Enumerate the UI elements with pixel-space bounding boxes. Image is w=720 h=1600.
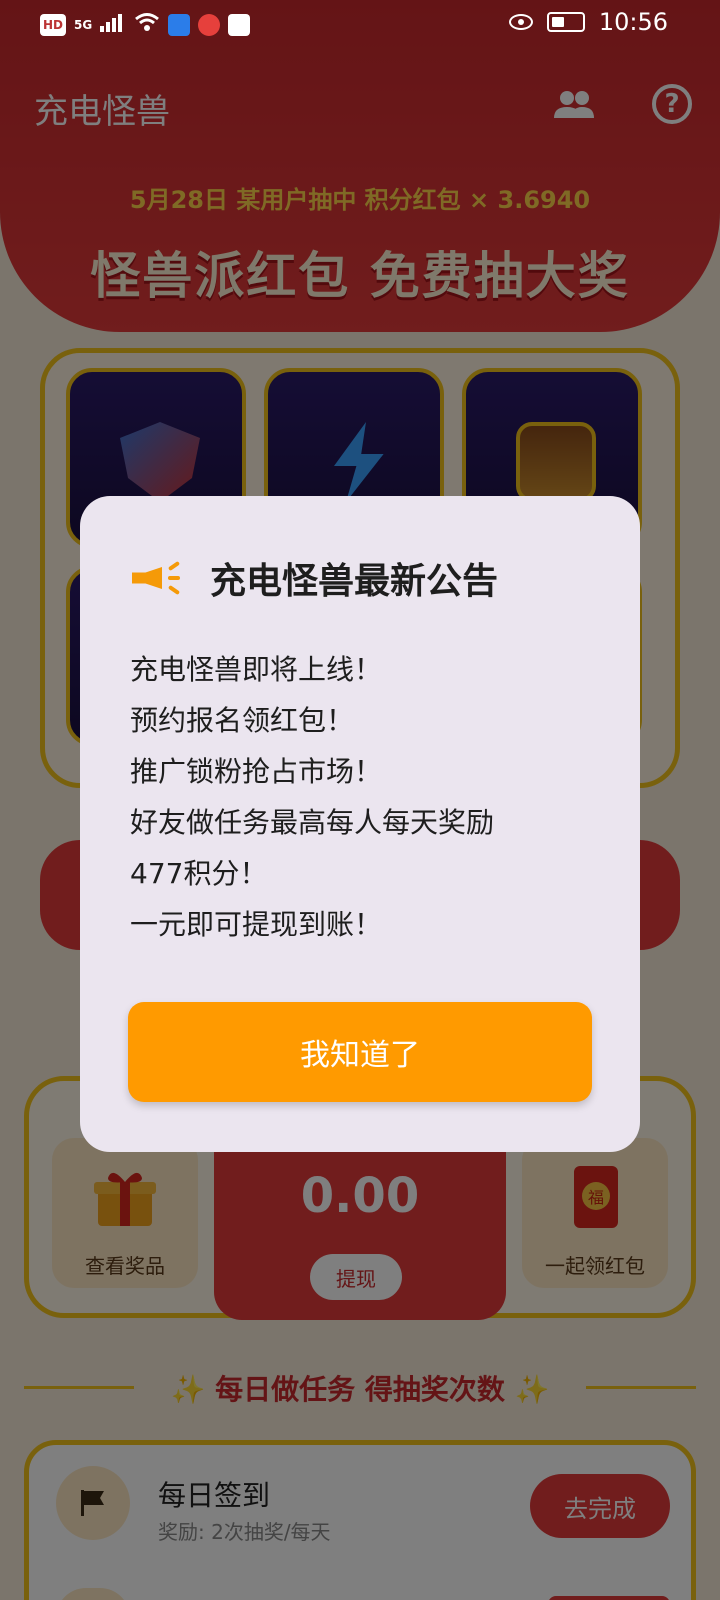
- shield-app-icon: [168, 14, 191, 36]
- megaphone-icon: [130, 558, 182, 598]
- dialog-line: 一元即可提现到账！: [130, 908, 383, 941]
- eye-icon: [508, 14, 533, 30]
- announcement-dialog: 充电怪兽最新公告 充电怪兽即将上线！ 预约报名领红包！ 推广锁粉抢占市场！ 好友…: [80, 496, 640, 1152]
- dialog-line: 477积分！: [130, 857, 268, 890]
- dialog-header: 充电怪兽最新公告: [130, 552, 498, 604]
- status-bar: HD 5G 10:56: [0, 0, 720, 50]
- map-app-icon: [228, 14, 251, 36]
- dialog-body: 充电怪兽即将上线！ 预约报名领红包！ 推广锁粉抢占市场！ 好友做任务最高每人每天…: [130, 644, 600, 950]
- dialog-line: 推广锁粉抢占市场！: [130, 755, 383, 788]
- dialog-line: 好友做任务最高每人每天奖励: [130, 806, 495, 839]
- confirm-button[interactable]: 我知道了: [128, 1002, 592, 1102]
- browser-app-icon: [198, 14, 221, 36]
- network-label: 5G: [74, 18, 93, 32]
- wifi-icon: [134, 12, 160, 38]
- battery-icon: [546, 12, 585, 32]
- hd-icon: HD: [40, 14, 67, 36]
- dialog-title: 充电怪兽最新公告: [210, 561, 499, 602]
- clock: 10:56: [598, 8, 668, 36]
- signal-icon: [100, 12, 126, 38]
- dialog-line: 预约报名领红包！: [130, 704, 355, 737]
- dialog-line: 充电怪兽即将上线！: [130, 653, 383, 686]
